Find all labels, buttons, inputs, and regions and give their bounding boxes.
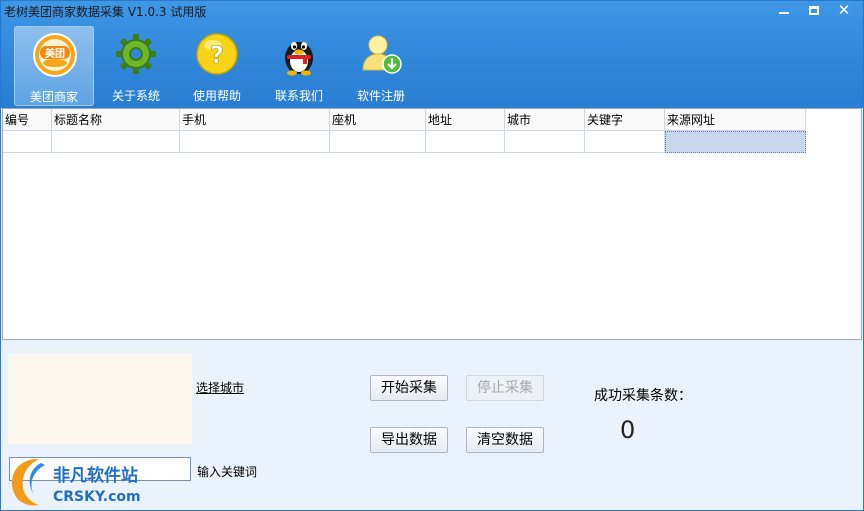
user-register-icon (362, 35, 402, 74)
qq-penguin-icon (285, 42, 313, 76)
tool-label: 联系我们 (274, 89, 323, 103)
success-count-label: 成功采集条数： (594, 388, 692, 404)
column-header[interactable]: 关键字 (585, 109, 665, 131)
minimize-button[interactable] (773, 3, 795, 19)
title-toolbar: 老树美团商家数据采集 V1.0.3 试用版 ✕ 美团 美团商家 关于系统 ? 使… (1, 1, 863, 108)
meituan-logo-icon: 美团 (33, 33, 77, 77)
clear-data-button[interactable]: 清空数据 (466, 427, 544, 453)
close-icon: ✕ (837, 1, 851, 19)
close-button[interactable]: ✕ (833, 3, 855, 19)
table-cell[interactable] (52, 131, 180, 153)
tool-label: 美团商家 (29, 90, 78, 104)
table-cell[interactable] (3, 131, 52, 153)
crsky-watermark-logo: 非凡软件站 CRSKY.com (11, 459, 141, 506)
column-header[interactable]: 座机 (330, 109, 426, 131)
gear-icon (116, 34, 156, 74)
preview-area (8, 354, 192, 444)
watermark-sub: CRSKY.com (53, 489, 141, 505)
window-title: 老树美团商家数据采集 V1.0.3 试用版 (4, 5, 207, 19)
table-cell-selected[interactable] (665, 131, 806, 153)
success-count-value: 0 (620, 416, 636, 444)
tool-meituan-merchants[interactable]: 美团 美团商家 (14, 26, 94, 106)
column-header[interactable]: 城市 (505, 109, 585, 131)
results-table[interactable]: 编号 标题名称 手机 座机 地址 城市 关键字 来源网址 (2, 108, 862, 340)
table-cell[interactable] (330, 131, 426, 153)
column-header[interactable]: 地址 (426, 109, 505, 131)
help-icon: ? (196, 33, 238, 75)
table-cell[interactable] (426, 131, 505, 153)
watermark-text: 非凡软件站 (53, 465, 138, 486)
table-cell[interactable] (505, 131, 585, 153)
column-header[interactable]: 标题名称 (52, 109, 180, 131)
table-cell[interactable] (585, 131, 665, 153)
tool-contact-us[interactable]: 联系我们 (259, 26, 339, 106)
select-city-link[interactable]: 选择城市 (196, 379, 244, 396)
column-header[interactable]: 来源网址 (665, 109, 806, 131)
tool-about-system[interactable]: 关于系统 (96, 26, 176, 106)
minimize-icon (779, 12, 789, 14)
maximize-icon (809, 6, 819, 15)
start-collect-button[interactable]: 开始采集 (370, 375, 448, 401)
maximize-button[interactable] (803, 3, 825, 19)
tool-label: 软件注册 (356, 89, 405, 103)
tool-label: 关于系统 (111, 89, 160, 103)
app-window: 老树美团商家数据采集 V1.0.3 试用版 ✕ 美团 美团商家 关于系统 ? 使… (0, 0, 864, 511)
column-header[interactable]: 编号 (3, 109, 52, 131)
tool-help[interactable]: ? 使用帮助 (177, 26, 257, 106)
tool-register[interactable]: 软件注册 (341, 26, 421, 106)
help-glyph: ? (210, 41, 224, 69)
export-data-button[interactable]: 导出数据 (370, 427, 448, 453)
keyword-label: 输入关键词 (197, 465, 258, 479)
stop-collect-button[interactable]: 停止采集 (466, 375, 544, 401)
column-header[interactable]: 手机 (180, 109, 330, 131)
table-cell[interactable] (180, 131, 330, 153)
meituan-badge-text: 美团 (45, 47, 65, 60)
tool-label: 使用帮助 (192, 89, 241, 103)
